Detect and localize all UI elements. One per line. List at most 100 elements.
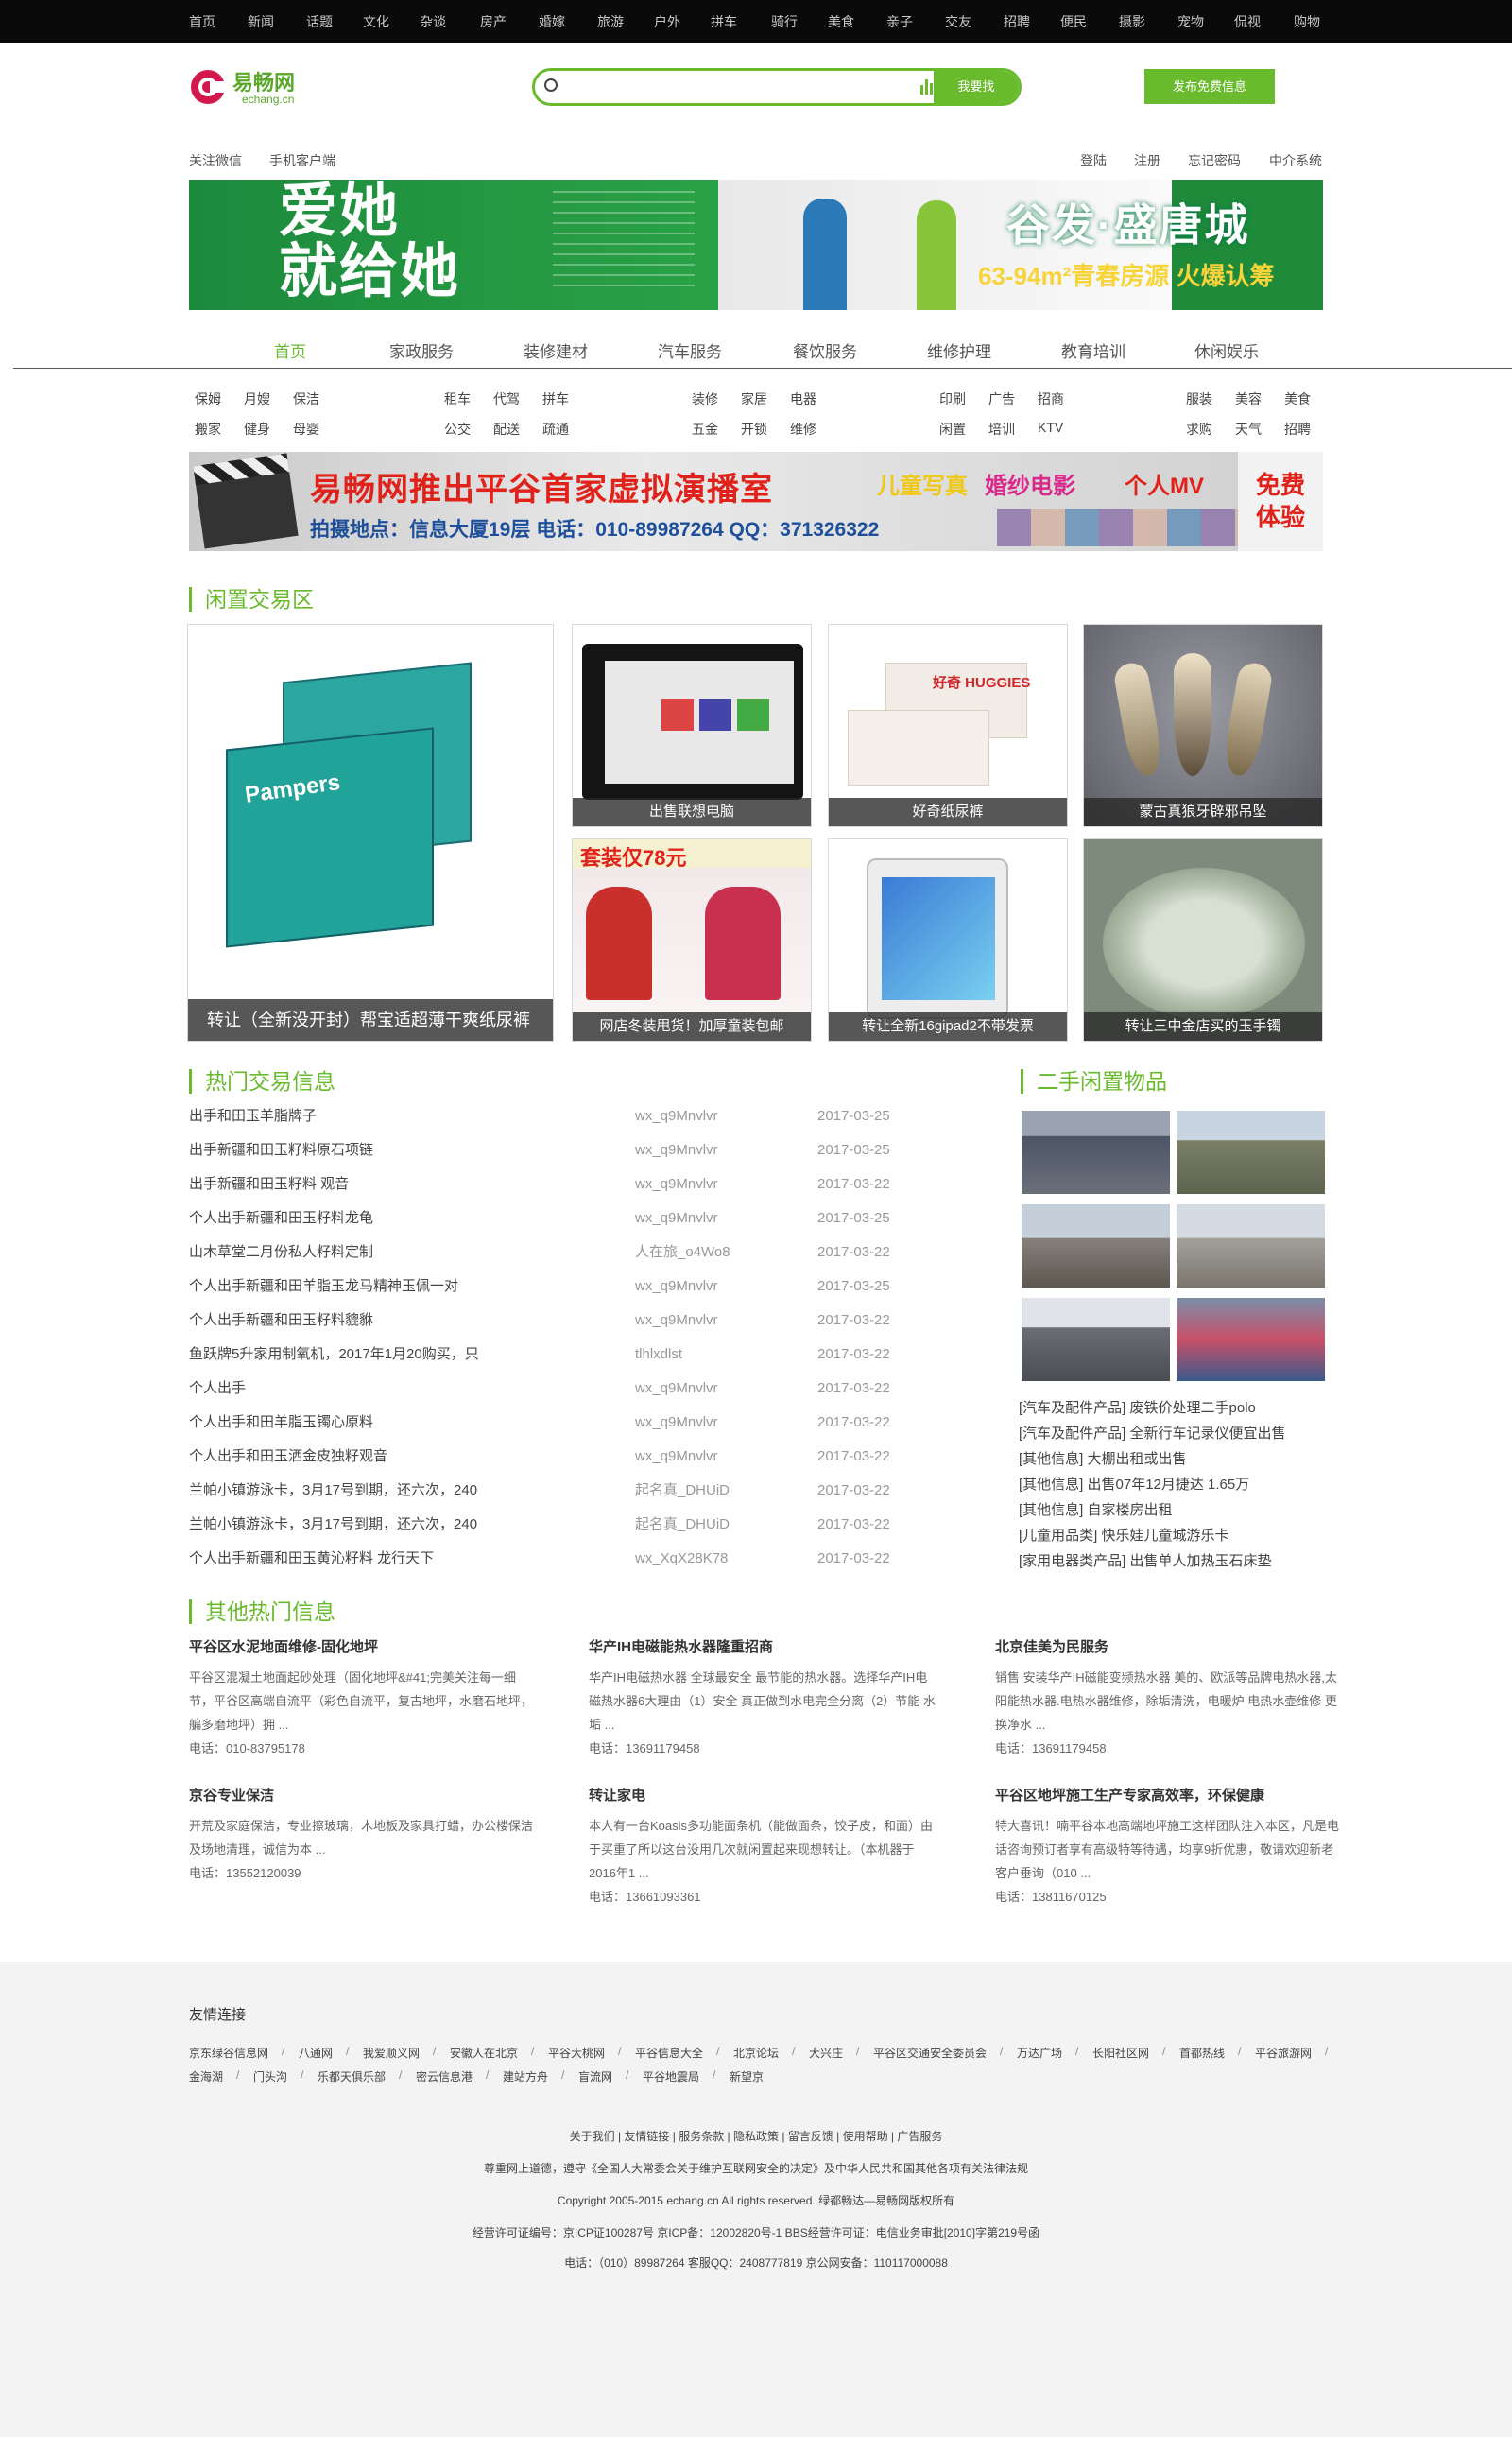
second-hand-link[interactable]: [家用电器类产品] 出售单人加热玉石床垫 [1019, 1550, 1272, 1570]
info-card-title[interactable]: 转让家电 [589, 1785, 938, 1805]
friend-link[interactable]: 金海湖 [189, 2068, 223, 2084]
table-row[interactable]: 出手和田玉羊脂牌子 wx_q9Mnvlvr 2017-03-25 [189, 1099, 926, 1133]
sub-category-link[interactable]: 开锁 [741, 420, 767, 439]
idle-item-tile[interactable]: 套装仅78元 网店冬装甩货！加厚童装包邮 [572, 838, 812, 1042]
second-hand-link[interactable]: [汽车及配件产品] 废铁价处理二手polo [1019, 1397, 1256, 1417]
friend-link[interactable]: 密云信息港 [416, 2068, 472, 2084]
top-nav-link[interactable]: 婚嫁 [539, 0, 565, 43]
friend-link[interactable]: 新望京 [730, 2068, 764, 2084]
market-photo-thumbnail[interactable] [1177, 1298, 1325, 1381]
nav-tab[interactable]: 维修护理 [927, 338, 991, 362]
market-photo-thumbnail[interactable] [1177, 1111, 1325, 1194]
nav-tab[interactable]: 家政服务 [389, 338, 454, 362]
register-link[interactable]: 注册 [1134, 151, 1160, 170]
table-row[interactable]: 个人出手新疆和田玉籽料貔貅 wx_q9Mnvlvr 2017-03-22 [189, 1304, 926, 1338]
sub-category-link[interactable]: 维修 [790, 420, 816, 439]
top-nav-link[interactable]: 美食 [828, 0, 854, 43]
agent-system-link[interactable]: 中介系统 [1269, 151, 1322, 170]
friend-link[interactable]: 八通网 [299, 2045, 333, 2061]
second-hand-link[interactable]: [儿童用品类] 快乐娃儿童城游乐卡 [1019, 1525, 1229, 1545]
sub-category-link[interactable]: 培训 [988, 420, 1015, 439]
sub-category-link[interactable]: 配送 [493, 420, 520, 439]
table-row[interactable]: 个人出手新疆和田玉黄沁籽料 龙行天下 wx_XqX28K78 2017-03-22 [189, 1542, 926, 1576]
top-nav-link[interactable]: 新闻 [248, 0, 274, 43]
nav-tab[interactable]: 教育培训 [1061, 338, 1125, 362]
top-nav-link[interactable]: 房产 [480, 0, 507, 43]
info-card[interactable]: 华产IH电磁能热水器隆重招商 华产IH电磁热水器 全球最安全 最节能的热水器。选择… [589, 1636, 938, 1760]
friend-link[interactable]: 大兴庄 [809, 2045, 843, 2061]
friend-link[interactable]: 乐都天俱乐部 [318, 2068, 386, 2084]
sub-category-link[interactable]: 招聘 [1284, 420, 1311, 439]
table-row[interactable]: 个人出手新疆和田羊脂玉龙马精神玉佩一对 wx_q9Mnvlvr 2017-03-25 [189, 1270, 926, 1304]
sub-category-link[interactable]: 家居 [741, 389, 767, 408]
nav-tab[interactable]: 休闲娱乐 [1194, 338, 1259, 362]
hot-item-title[interactable]: 个人出手 [189, 1372, 246, 1406]
nav-tab[interactable]: 汽车服务 [658, 338, 722, 362]
hot-item-title[interactable]: 个人出手新疆和田玉黄沁籽料 龙行天下 [189, 1542, 434, 1576]
hot-item-title[interactable]: 兰帕小镇游泳卡，3月17号到期，还六次，240 [189, 1508, 477, 1542]
hot-item-title[interactable]: 个人出手新疆和田羊脂玉龙马精神玉佩一对 [189, 1270, 458, 1304]
top-nav-link[interactable]: 交友 [945, 0, 971, 43]
nav-tab[interactable]: 首页 [274, 338, 306, 362]
top-nav-link[interactable]: 首页 [189, 0, 215, 43]
second-hand-link[interactable]: [其他信息] 大棚出租或出售 [1019, 1448, 1187, 1468]
sub-category-link[interactable]: 搬家 [195, 420, 221, 439]
info-card[interactable]: 北京佳美为民服务 销售 安装华产IH磁能变频热水器 美的、欧派等品牌电热水器,太阳… [995, 1636, 1345, 1760]
top-nav-link[interactable]: 购物 [1294, 0, 1320, 43]
second-hand-link[interactable]: [其他信息] 出售07年12月捷达 1.65万 [1019, 1474, 1249, 1494]
top-nav-link[interactable]: 宠物 [1177, 0, 1204, 43]
info-card[interactable]: 平谷区地坪施工生产专家高效率，环保健康 特大喜讯！喃平谷本地高端地坪施工这样团队注… [995, 1785, 1345, 1909]
friend-link[interactable]: 首都热线 [1179, 2045, 1225, 2061]
top-nav-link[interactable]: 户外 [654, 0, 680, 43]
friend-link[interactable]: 长阳社区网 [1092, 2045, 1149, 2061]
table-row[interactable]: 个人出手和田玉洒金皮独籽观音 wx_q9Mnvlvr 2017-03-22 [189, 1440, 926, 1474]
top-nav-link[interactable]: 摄影 [1119, 0, 1145, 43]
info-card-title[interactable]: 平谷区水泥地面维修-固化地坪 [189, 1636, 539, 1656]
friend-link[interactable]: 北京论坛 [733, 2045, 779, 2061]
sub-category-link[interactable]: 保洁 [293, 389, 319, 408]
idle-item-tile[interactable]: Pampers 转让（全新没开封）帮宝适超薄干爽纸尿裤 [187, 624, 554, 1042]
table-row[interactable]: 鱼跃牌5升家用制氧机，2017年1月20购买，只 tlhlxdlst 2017-03… [189, 1338, 926, 1372]
friend-link[interactable]: 平谷旅游网 [1255, 2045, 1312, 2061]
top-nav-link[interactable]: 杂谈 [420, 0, 446, 43]
hot-item-title[interactable]: 鱼跃牌5升家用制氧机，2017年1月20购买，只 [189, 1338, 479, 1372]
sub-category-link[interactable]: 装修 [692, 389, 718, 408]
top-nav-link[interactable]: 亲子 [886, 0, 913, 43]
hot-item-title[interactable]: 兰帕小镇游泳卡，3月17号到期，还六次，240 [189, 1474, 477, 1508]
voice-icon[interactable] [920, 79, 934, 95]
sub-category-link[interactable]: 代驾 [493, 389, 520, 408]
idle-item-tile[interactable]: 蒙古真狼牙辟邪吊坠 [1083, 624, 1323, 827]
sub-category-link[interactable]: 天气 [1235, 420, 1262, 439]
top-ad-banner[interactable]: 爱她 就给她 谷发·盛唐城 63-94m²青春房源 火爆认筹 [189, 180, 1323, 310]
friend-link[interactable]: 万达广场 [1017, 2045, 1062, 2061]
info-card[interactable]: 京谷专业保洁 开荒及家庭保洁，专业擦玻璃，木地板及家具打蜡，办公楼保洁及场地清理，… [189, 1785, 539, 1885]
top-nav-link[interactable]: 侃视 [1234, 0, 1261, 43]
hot-item-title[interactable]: 个人出手和田羊脂玉镯心原料 [189, 1406, 373, 1440]
idle-item-tile[interactable]: 转让全新16gipad2不带发票 [828, 838, 1068, 1042]
friend-link[interactable]: 平谷大桃网 [548, 2045, 605, 2061]
second-hand-link[interactable]: [汽车及配件产品] 全新行车记录仪便宜出售 [1019, 1423, 1286, 1443]
sub-category-link[interactable]: 拼车 [542, 389, 569, 408]
footer-bottom-links[interactable]: 关于我们 | 友情链接 | 服务条款 | 隐私政策 | 留言反馈 | 使用帮助 … [0, 2128, 1512, 2144]
top-nav-link[interactable]: 拼车 [711, 0, 737, 43]
info-card-title[interactable]: 华产IH电磁能热水器隆重招商 [589, 1636, 938, 1656]
table-row[interactable]: 出手新疆和田玉籽料 观音 wx_q9Mnvlvr 2017-03-22 [189, 1167, 926, 1201]
top-nav-link[interactable]: 便民 [1060, 0, 1087, 43]
hot-item-title[interactable]: 个人出手新疆和田玉籽料貔貅 [189, 1304, 373, 1338]
sub-category-link[interactable]: 保姆 [195, 389, 221, 408]
nav-tab[interactable]: 餐饮服务 [793, 338, 857, 362]
sub-category-link[interactable]: 租车 [444, 389, 471, 408]
sub-category-link[interactable]: 求购 [1186, 420, 1212, 439]
top-nav-link[interactable]: 骑行 [771, 0, 798, 43]
hot-item-title[interactable]: 山木草堂二月份私人籽料定制 [189, 1236, 373, 1270]
friend-link[interactable]: 安徽人在北京 [450, 2045, 518, 2061]
table-row[interactable]: 个人出手 wx_q9Mnvlvr 2017-03-22 [189, 1372, 926, 1406]
market-photo-thumbnail[interactable] [1022, 1298, 1170, 1381]
forgot-password-link[interactable]: 忘记密码 [1188, 151, 1241, 170]
second-hand-link[interactable]: [其他信息] 自家楼房出租 [1019, 1499, 1173, 1519]
friend-link[interactable]: 京东绿谷信息网 [189, 2045, 268, 2061]
search-button[interactable]: 我要找 [934, 71, 1019, 103]
friend-link[interactable]: 平谷区交通安全委员会 [873, 2045, 987, 2061]
friend-link[interactable]: 门头沟 [253, 2068, 287, 2084]
table-row[interactable]: 出手新疆和田玉籽料原石项链 wx_q9Mnvlvr 2017-03-25 [189, 1133, 926, 1167]
